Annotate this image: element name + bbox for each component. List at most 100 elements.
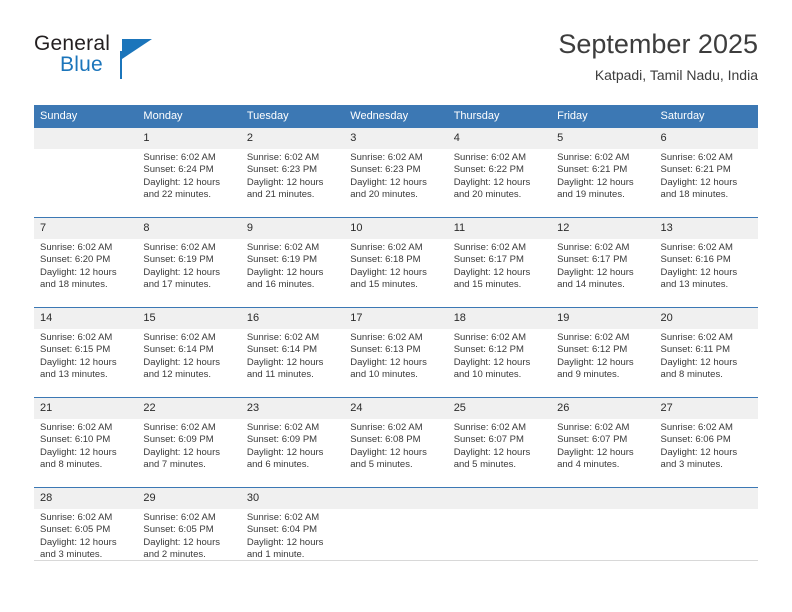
calendar-day-cell[interactable]: 26 Sunrise: 6:02 AM Sunset: 6:07 PM Dayligh… <box>551 397 655 488</box>
day-cell-inner: 6 Sunrise: 6:02 AM Sunset: 6:21 PM Daylight… <box>654 128 758 217</box>
daylight-duration-line1: Daylight: 12 hours <box>557 176 634 188</box>
day-number: 6 <box>654 128 758 149</box>
daylight-duration-line2: and 11 minutes. <box>246 369 314 381</box>
calendar-day-cell[interactable]: 16 Sunrise: 6:02 AM Sunset: 6:14 PM Dayligh… <box>240 307 345 398</box>
calendar-day-cell[interactable]: 8 Sunrise: 6:02 AM Sunset: 6:19 PM Daylight… <box>137 217 241 308</box>
day-number: 21 <box>34 398 138 419</box>
day-cell-inner: 27 Sunrise: 6:02 AM Sunset: 6:06 PM Dayligh… <box>654 398 758 487</box>
sunset-time: Sunset: 6:17 PM <box>557 254 628 266</box>
weekday-header-saturday: Saturday <box>654 105 758 128</box>
calendar-week-row: 21 Sunrise: 6:02 AM Sunset: 6:10 PM Dayligh… <box>34 397 758 488</box>
daylight-duration-line1: Daylight: 12 hours <box>453 176 531 188</box>
day-number: 18 <box>447 308 552 329</box>
sunrise-time: Sunrise: 6:02 AM <box>246 332 320 343</box>
calendar-day-cell[interactable]: 7 Sunrise: 6:02 AM Sunset: 6:20 PM Daylight… <box>34 217 138 308</box>
calendar-day-cell[interactable]: 12 Sunrise: 6:02 AM Sunset: 6:17 PM Dayligh… <box>551 217 655 308</box>
calendar-day-cell[interactable]: 3 Sunrise: 6:02 AM Sunset: 6:23 PM Daylight… <box>344 127 448 218</box>
daylight-duration-line2: and 10 minutes. <box>350 369 418 381</box>
day-details: Sunrise: 6:02 AM Sunset: 6:19 PM Daylight:… <box>241 239 344 292</box>
sunset-time: Sunset: 6:23 PM <box>350 164 421 176</box>
calendar-day-cell[interactable]: 1 Sunrise: 6:02 AM Sunset: 6:24 PM Daylight… <box>137 127 241 218</box>
calendar-day-cell[interactable]: 24 Sunrise: 6:02 AM Sunset: 6:08 PM Dayligh… <box>344 397 448 488</box>
calendar-day-cell[interactable]: 19 Sunrise: 6:02 AM Sunset: 6:12 PM Dayligh… <box>551 307 655 398</box>
daylight-duration-line1: Daylight: 12 hours <box>557 446 634 458</box>
sunrise-time: Sunrise: 6:02 AM <box>143 422 216 433</box>
calendar-body: 1 Sunrise: 6:02 AM Sunset: 6:24 PM Daylight… <box>34 127 758 577</box>
daylight-duration-line2: and 22 minutes. <box>143 189 212 201</box>
sunset-time: Sunset: 6:07 PM <box>557 434 628 446</box>
calendar-day-cell[interactable]: 9 Sunrise: 6:02 AM Sunset: 6:19 PM Daylight… <box>240 217 345 308</box>
calendar-day-cell[interactable]: 21 Sunrise: 6:02 AM Sunset: 6:10 PM Dayligh… <box>34 397 138 488</box>
calendar-day-cell[interactable]: 30 Sunrise: 6:02 AM Sunset: 6:04 PM Dayligh… <box>240 487 345 577</box>
sunrise-time: Sunrise: 6:02 AM <box>453 332 527 343</box>
sunset-time: Sunset: 6:22 PM <box>453 164 524 176</box>
day-details: Sunrise: 6:02 AM Sunset: 6:13 PM Daylight:… <box>344 329 447 382</box>
calendar-day-cell[interactable]: 14 Sunrise: 6:02 AM Sunset: 6:15 PM Dayligh… <box>34 307 138 398</box>
sunset-time: Sunset: 6:04 PM <box>246 524 318 536</box>
day-details: Sunrise: 6:02 AM Sunset: 6:24 PM Daylight:… <box>137 149 240 202</box>
day-cell-inner <box>551 488 655 577</box>
daylight-duration-line1: Daylight: 12 hours <box>143 446 220 458</box>
day-number: 16 <box>240 308 345 329</box>
day-cell-inner: 7 Sunrise: 6:02 AM Sunset: 6:20 PM Daylight… <box>34 218 138 307</box>
sunrise-time: Sunrise: 6:02 AM <box>246 422 320 433</box>
daylight-duration-line2: and 3 minutes. <box>660 459 723 471</box>
calendar-day-cell[interactable]: 11 Sunrise: 6:02 AM Sunset: 6:17 PM Dayligh… <box>447 217 552 308</box>
daylight-duration-line2: and 20 minutes. <box>453 189 522 201</box>
calendar-day-cell[interactable]: 18 Sunrise: 6:02 AM Sunset: 6:12 PM Dayligh… <box>447 307 552 398</box>
calendar-day-cell[interactable]: 28 Sunrise: 6:02 AM Sunset: 6:05 PM Dayligh… <box>34 487 138 577</box>
day-number: 9 <box>240 218 345 239</box>
calendar-day-cell[interactable]: 6 Sunrise: 6:02 AM Sunset: 6:21 PM Daylight… <box>654 127 758 218</box>
daylight-duration-line1: Daylight: 12 hours <box>143 536 220 548</box>
sunset-time: Sunset: 6:23 PM <box>246 164 318 176</box>
day-cell-inner: 30 Sunrise: 6:02 AM Sunset: 6:04 PM Dayligh… <box>240 488 345 577</box>
sunrise-time: Sunrise: 6:02 AM <box>143 332 216 343</box>
calendar-day-cell[interactable]: 4 Sunrise: 6:02 AM Sunset: 6:22 PM Daylight… <box>447 127 552 218</box>
sunrise-time: Sunrise: 6:02 AM <box>246 152 320 163</box>
blue-triangle-icon <box>122 39 152 59</box>
calendar-day-cell[interactable]: 20 Sunrise: 6:02 AM Sunset: 6:11 PM Dayligh… <box>654 307 758 398</box>
sunset-time: Sunset: 6:14 PM <box>143 344 214 356</box>
calendar-week-row: 28 Sunrise: 6:02 AM Sunset: 6:05 PM Dayligh… <box>34 487 758 577</box>
daylight-duration-line2: and 6 minutes. <box>246 459 310 471</box>
daylight-duration-line1: Daylight: 12 hours <box>557 266 634 278</box>
day-details <box>551 509 654 512</box>
calendar-day-cell[interactable]: 23 Sunrise: 6:02 AM Sunset: 6:09 PM Dayligh… <box>240 397 345 488</box>
sunset-time: Sunset: 6:06 PM <box>660 434 731 446</box>
sunset-time: Sunset: 6:21 PM <box>557 164 628 176</box>
calendar-day-cell[interactable]: 2 Sunrise: 6:02 AM Sunset: 6:23 PM Daylight… <box>240 127 345 218</box>
calendar-day-cell[interactable]: 27 Sunrise: 6:02 AM Sunset: 6:06 PM Dayligh… <box>654 397 758 488</box>
day-details: Sunrise: 6:02 AM Sunset: 6:22 PM Daylight:… <box>448 149 551 202</box>
weekday-header-monday: Monday <box>137 105 241 128</box>
calendar-day-cell[interactable]: 5 Sunrise: 6:02 AM Sunset: 6:21 PM Daylight… <box>551 127 655 218</box>
sunset-time: Sunset: 6:08 PM <box>350 434 421 446</box>
day-details: Sunrise: 6:02 AM Sunset: 6:12 PM Daylight:… <box>448 329 551 382</box>
day-cell-inner: 3 Sunrise: 6:02 AM Sunset: 6:23 PM Daylight… <box>344 128 448 217</box>
day-number: 25 <box>447 398 552 419</box>
day-details: Sunrise: 6:02 AM Sunset: 6:21 PM Daylight:… <box>655 149 758 202</box>
calendar-day-cell[interactable]: 25 Sunrise: 6:02 AM Sunset: 6:07 PM Dayligh… <box>447 397 552 488</box>
calendar-day-cell[interactable]: 13 Sunrise: 6:02 AM Sunset: 6:16 PM Dayligh… <box>654 217 758 308</box>
sunrise-time: Sunrise: 6:02 AM <box>660 152 733 163</box>
day-cell-inner: 26 Sunrise: 6:02 AM Sunset: 6:07 PM Dayligh… <box>551 398 655 487</box>
day-details <box>655 509 758 512</box>
generalblue-logo[interactable]: General Blue <box>34 32 264 90</box>
daylight-duration-line2: and 8 minutes. <box>40 459 103 471</box>
daylight-duration-line1: Daylight: 12 hours <box>660 446 738 458</box>
daylight-duration-line1: Daylight: 12 hours <box>246 176 324 188</box>
day-cell-inner: 8 Sunrise: 6:02 AM Sunset: 6:19 PM Daylight… <box>137 218 241 307</box>
day-cell-inner: 28 Sunrise: 6:02 AM Sunset: 6:05 PM Dayligh… <box>34 488 138 577</box>
calendar-day-cell[interactable]: 29 Sunrise: 6:02 AM Sunset: 6:05 PM Dayligh… <box>137 487 241 577</box>
calendar-day-cell[interactable]: 10 Sunrise: 6:02 AM Sunset: 6:18 PM Dayligh… <box>344 217 448 308</box>
daylight-duration-line2: and 7 minutes. <box>143 459 206 471</box>
day-details: Sunrise: 6:02 AM Sunset: 6:23 PM Daylight:… <box>344 149 447 202</box>
daylight-duration-line1: Daylight: 12 hours <box>143 176 220 188</box>
day-number: 2 <box>240 128 345 149</box>
day-cell-inner: 10 Sunrise: 6:02 AM Sunset: 6:18 PM Dayligh… <box>344 218 448 307</box>
calendar-day-cell[interactable]: 15 Sunrise: 6:02 AM Sunset: 6:14 PM Dayligh… <box>137 307 241 398</box>
calendar-day-cell[interactable]: 22 Sunrise: 6:02 AM Sunset: 6:09 PM Dayligh… <box>137 397 241 488</box>
day-number <box>447 488 552 509</box>
day-number: 26 <box>551 398 655 419</box>
calendar-day-cell[interactable]: 17 Sunrise: 6:02 AM Sunset: 6:13 PM Dayligh… <box>344 307 448 398</box>
day-details: Sunrise: 6:02 AM Sunset: 6:23 PM Daylight:… <box>241 149 344 202</box>
